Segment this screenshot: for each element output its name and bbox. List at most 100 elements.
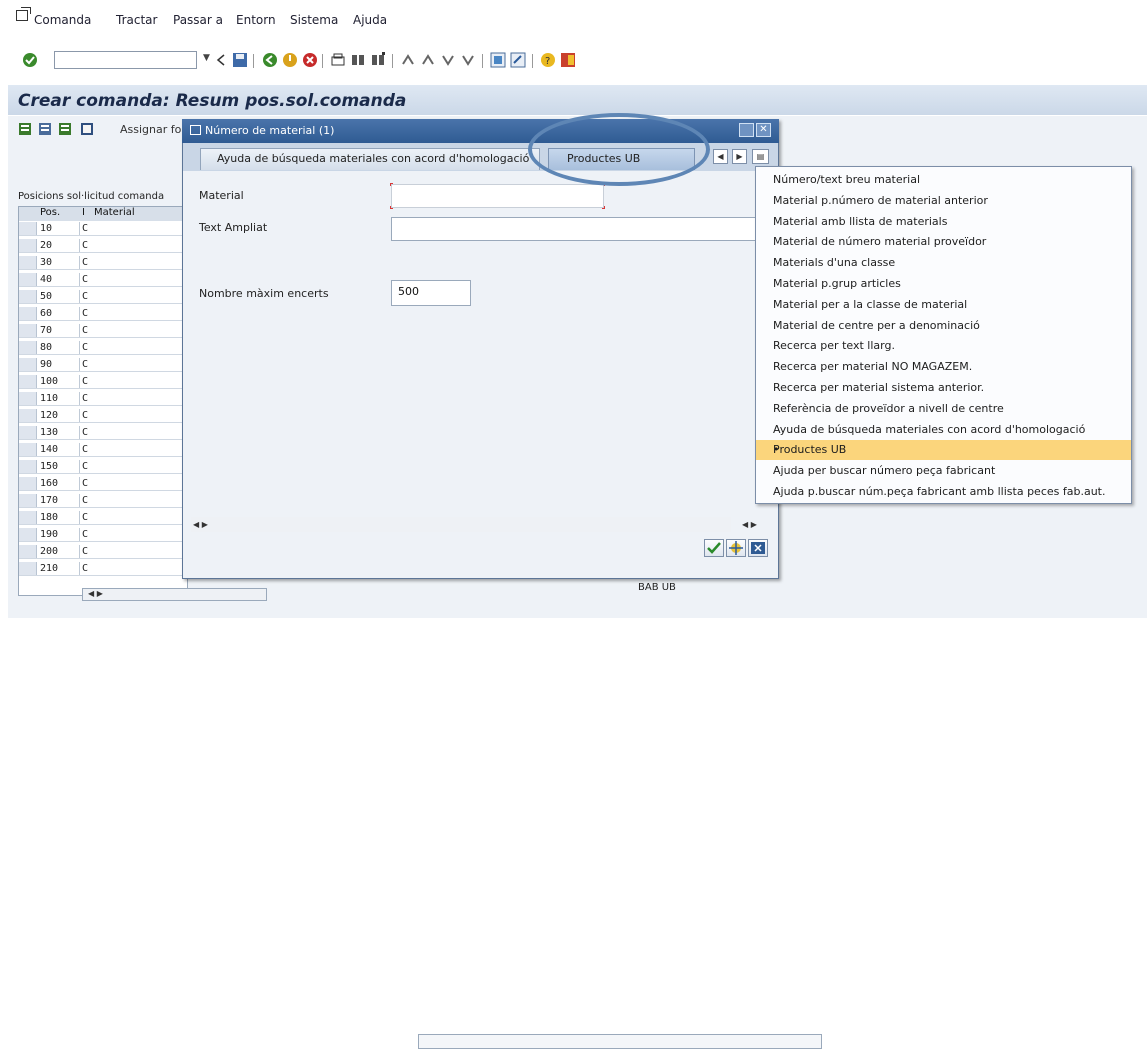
items-overview-icon[interactable] [38, 122, 51, 136]
row-selector[interactable] [19, 307, 37, 320]
row-selector[interactable] [19, 290, 37, 303]
dropdown-item[interactable]: Material de centre per a denominació [756, 316, 1131, 336]
find-icon[interactable] [350, 52, 366, 68]
exit-icon[interactable] [282, 52, 298, 68]
command-field[interactable] [54, 51, 197, 69]
next-page-icon[interactable] [440, 52, 456, 68]
long-text-input[interactable] [391, 217, 771, 241]
dropdown-item[interactable]: Material amb llista de materials [756, 212, 1131, 232]
table-row[interactable]: 30 C [19, 256, 187, 270]
row-selector[interactable] [19, 324, 37, 337]
layout-icon[interactable] [560, 52, 576, 68]
dropdown-item[interactable]: Referència de proveïdor a nivell de cent… [756, 399, 1131, 419]
column-header-i[interactable]: I [82, 207, 85, 221]
row-selector[interactable] [19, 341, 37, 354]
close-icon[interactable]: ✕ [756, 123, 771, 137]
dropdown-item[interactable]: Material p.número de material anterior [756, 191, 1131, 211]
row-selector[interactable] [19, 358, 37, 371]
dropdown-item[interactable]: Materials d'una classe [756, 253, 1131, 273]
save-icon[interactable] [232, 52, 248, 68]
shortcut-icon[interactable] [510, 52, 526, 68]
print-icon[interactable] [330, 52, 346, 68]
menu-ajuda[interactable]: Ajuda [353, 13, 387, 27]
row-selector[interactable] [19, 494, 37, 507]
dropdown-item[interactable]: Material per a la classe de material [756, 295, 1131, 315]
table-row[interactable]: 170 C [19, 494, 187, 508]
row-selector[interactable] [19, 562, 37, 575]
table-row[interactable]: 140 C [19, 443, 187, 457]
menu-comanda[interactable]: Comanda [34, 13, 91, 27]
dialog-horizontal-scrollbar[interactable] [191, 517, 822, 1049]
header-overview-icon[interactable] [18, 122, 31, 136]
row-selector[interactable] [19, 545, 37, 558]
table-row[interactable]: 80 C [19, 341, 187, 355]
table-row[interactable]: 40 C [19, 273, 187, 287]
material-input[interactable] [391, 184, 604, 208]
menu-tractar[interactable]: Tractar [116, 13, 157, 27]
row-selector[interactable] [19, 273, 37, 286]
table-row[interactable]: 100 C [19, 375, 187, 389]
table-row[interactable]: 110 C [19, 392, 187, 406]
table-row[interactable]: 20 C [19, 239, 187, 253]
table-row[interactable]: 120 C [19, 409, 187, 423]
row-selector[interactable] [19, 477, 37, 490]
row-selector[interactable] [19, 409, 37, 422]
dropdown-item[interactable]: Número/text breu material [756, 170, 1131, 190]
prev-page-icon[interactable] [420, 52, 436, 68]
dropdown-item[interactable]: Ajuda per buscar número peça fabricant [756, 461, 1131, 481]
dropdown-item[interactable]: Material p.grup articles [756, 274, 1131, 294]
table-row[interactable]: 200 C [19, 545, 187, 559]
tab-list-icon[interactable]: ▤ [752, 149, 769, 164]
row-selector[interactable] [19, 511, 37, 524]
row-selector[interactable] [19, 460, 37, 473]
last-page-icon[interactable] [460, 52, 476, 68]
document-icon[interactable] [80, 122, 93, 136]
column-header-pos[interactable]: Pos. [40, 207, 61, 221]
row-selector[interactable] [19, 443, 37, 456]
dropdown-item[interactable]: Recerca per material NO MAGAZEM. [756, 357, 1131, 377]
table-row[interactable]: 210 C [19, 562, 187, 576]
row-selector[interactable] [19, 392, 37, 405]
scroll-left-icon[interactable]: ◀ ▶ [193, 520, 208, 529]
table-row[interactable]: 160 C [19, 477, 187, 491]
dropdown-item[interactable]: Ajuda p.buscar núm.peça fabricant amb ll… [756, 482, 1131, 502]
new-session-icon[interactable] [490, 52, 506, 68]
cancel-icon[interactable] [302, 52, 318, 68]
table-row[interactable]: 70 C [19, 324, 187, 338]
row-selector[interactable] [19, 426, 37, 439]
menu-entorn[interactable]: Entorn [236, 13, 276, 27]
menu-passar-a[interactable]: Passar a [173, 13, 223, 27]
dropdown-item[interactable]: • Productes UB [756, 440, 1131, 461]
scroll-left-icon[interactable]: ◀ ▶ [88, 589, 103, 598]
scroll-right-icon[interactable]: ◀ ▶ [742, 520, 757, 529]
assign-source-button[interactable]: Assignar for [120, 123, 186, 136]
back-green-icon[interactable] [262, 52, 278, 68]
table-row[interactable]: 60 C [19, 307, 187, 321]
confirm-button[interactable] [704, 539, 724, 557]
column-header-material[interactable]: Material [94, 207, 135, 221]
row-selector[interactable] [19, 528, 37, 541]
command-dropdown-icon[interactable]: ▼ [203, 53, 210, 63]
row-selector[interactable] [19, 222, 37, 235]
enter-icon[interactable] [22, 52, 38, 68]
item-detail-icon[interactable] [58, 122, 71, 136]
dropdown-item[interactable]: Material de número material proveïdor [756, 232, 1131, 252]
menu-sistema[interactable]: Sistema [290, 13, 338, 27]
table-row[interactable]: 50 C [19, 290, 187, 304]
back-icon[interactable] [216, 54, 226, 66]
row-selector[interactable] [19, 375, 37, 388]
table-horizontal-scrollbar[interactable] [82, 588, 267, 601]
cancel-button[interactable] [748, 539, 768, 557]
tab-scroll-right-icon[interactable]: ▶ [732, 149, 747, 164]
table-row[interactable]: 190 C [19, 528, 187, 542]
start-search-button[interactable] [726, 539, 746, 557]
row-selector[interactable] [19, 256, 37, 269]
dropdown-item[interactable]: Ayuda de búsqueda materiales con acord d… [756, 420, 1131, 440]
table-row[interactable]: 10 C [19, 222, 187, 236]
dropdown-item[interactable]: Recerca per text llarg. [756, 336, 1131, 356]
table-row[interactable]: 150 C [19, 460, 187, 474]
tab-scroll-left-icon[interactable]: ◀ [713, 149, 728, 164]
row-selector[interactable] [19, 239, 37, 252]
find-next-icon[interactable] [370, 52, 386, 68]
table-row[interactable]: 90 C [19, 358, 187, 372]
